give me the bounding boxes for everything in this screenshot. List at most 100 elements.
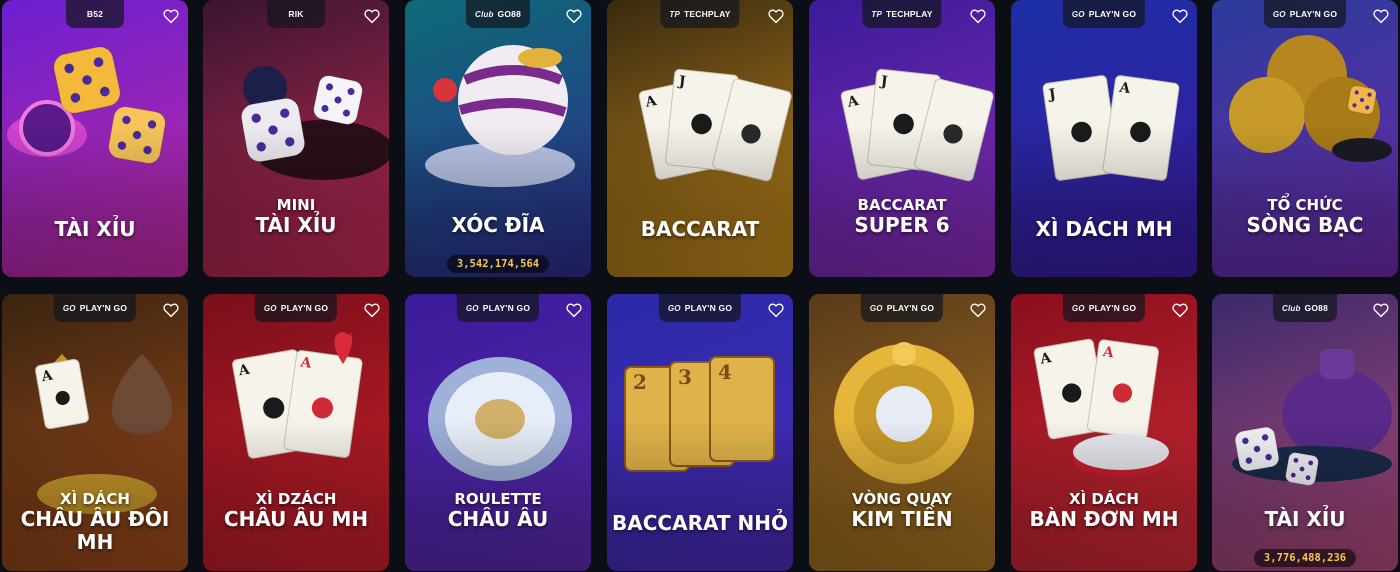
game-title: MINI TÀI XỈU: [203, 196, 389, 238]
favorite-heart-icon[interactable]: [969, 7, 987, 25]
game-card[interactable]: GO PLAY'N GO ROULETTE CHÂU ÂU: [405, 294, 591, 571]
provider-name: PLAY'N GO: [280, 303, 329, 313]
game-title: TỔ CHỨC SÒNG BẠC: [1212, 196, 1398, 238]
game-title: BACCARAT: [607, 218, 793, 241]
game-title: XÌ DÁCH MH: [1011, 218, 1197, 241]
provider-badge: GO PLAY'N GO: [1062, 0, 1146, 28]
game-card[interactable]: A GO PLAY'N GO XÌ DÁCH CHÂU ÂU ĐÔI MH: [2, 294, 188, 571]
favorite-heart-icon[interactable]: [162, 7, 180, 25]
favorite-heart-icon[interactable]: [1372, 7, 1390, 25]
game-title-line: KIM TIỀN: [851, 507, 953, 532]
game-title-line: BACCARAT NHỎ: [612, 511, 788, 535]
game-title-line: XÌ DÁCH: [1069, 490, 1139, 508]
provider-badge: Club GO88: [1272, 294, 1338, 322]
game-title-line: XÌ DÁCH MH: [1035, 217, 1173, 241]
favorite-heart-icon[interactable]: [767, 7, 785, 25]
favorite-heart-icon[interactable]: [363, 7, 381, 25]
favorite-heart-icon[interactable]: [1171, 301, 1189, 319]
provider-badge: GO PLAY'N GO: [1263, 0, 1347, 28]
game-title: TÀI XỈU: [1212, 508, 1398, 531]
provider-badge: RIK: [267, 0, 325, 28]
game-card[interactable]: A A GO PLAY'N GO XÌ DÁCH BÀN ĐƠN MH: [1011, 294, 1197, 571]
favorite-heart-icon[interactable]: [1372, 301, 1390, 319]
game-card[interactable]: Club GO88 XÓC ĐĨA 3,542,174,564: [405, 0, 591, 277]
svg-text:3: 3: [678, 365, 692, 389]
provider-badge: GO PLAY'N GO: [860, 294, 944, 322]
game-card[interactable]: J A GO PLAY'N GO XÌ DÁCH MH: [1011, 0, 1197, 277]
provider-badge: TP TECHPLAY: [862, 0, 942, 28]
favorite-heart-icon[interactable]: [565, 301, 583, 319]
game-title-line: TÀI XỈU: [54, 217, 136, 241]
game-title: XÓC ĐĨA: [405, 214, 591, 237]
jackpot-amount: 3,542,174,564: [446, 255, 550, 273]
favorite-heart-icon[interactable]: [162, 301, 180, 319]
provider-logo-icon: GO: [1071, 303, 1085, 313]
provider-name: GO88: [497, 9, 522, 19]
game-card[interactable]: Club GO88 TÀI XỈU 3,776,488,236: [1212, 294, 1398, 571]
provider-name: PLAY'N GO: [79, 303, 128, 313]
game-title: TÀI XỈU: [2, 218, 188, 241]
favorite-heart-icon[interactable]: [565, 7, 583, 25]
provider-name: TECHPLAY: [683, 9, 731, 19]
game-title-line: BÀN ĐƠN MH: [1029, 507, 1179, 532]
game-title-line: TÀI XỈU: [255, 213, 337, 238]
game-title-line: TỔ CHỨC: [1267, 196, 1343, 214]
provider-name: RIK: [288, 9, 304, 19]
game-title-line: BACCARAT: [640, 217, 760, 241]
game-card[interactable]: A J TP TECHPLAY BACCARAT SUPER 6: [809, 0, 995, 277]
game-title-line: CHÂU ÂU ĐÔI MH: [20, 507, 170, 555]
game-title-line: XÌ DZÁCH: [255, 490, 337, 508]
provider-logo-icon: Club: [1281, 303, 1301, 313]
provider-logo-icon: GO: [667, 303, 681, 313]
card-shade: [1011, 124, 1197, 277]
game-title-line: ROULETTE: [454, 490, 542, 508]
favorite-heart-icon[interactable]: [363, 301, 381, 319]
game-card[interactable]: A J TP TECHPLAY BACCARAT: [607, 0, 793, 277]
provider-logo-icon: GO: [62, 303, 76, 313]
provider-logo-icon: GO: [1272, 9, 1286, 19]
game-title: BACCARAT SUPER 6: [809, 196, 995, 238]
svg-text:2: 2: [633, 370, 647, 394]
provider-badge: Club GO88: [465, 0, 531, 28]
jackpot-amount: 3,776,488,236: [1253, 549, 1357, 567]
favorite-heart-icon[interactable]: [767, 301, 785, 319]
game-title-line: SUPER 6: [854, 213, 950, 238]
provider-badge: GO PLAY'N GO: [1062, 294, 1146, 322]
provider-badge: GO PLAY'N GO: [456, 294, 540, 322]
game-title-line: VÒNG QUAY: [852, 490, 952, 508]
favorite-heart-icon[interactable]: [1171, 7, 1189, 25]
provider-logo-icon: TP: [871, 9, 882, 19]
game-title: XÌ DÁCH CHÂU ÂU ĐÔI MH: [2, 490, 188, 555]
game-card[interactable]: 2 3 4 GO PLAY'N GO BACCARAT NHỎ: [607, 294, 793, 571]
game-card[interactable]: GO PLAY'N GO VÒNG QUAY KIM TIỀN: [809, 294, 995, 571]
favorite-heart-icon[interactable]: [969, 301, 987, 319]
game-title-line: XÌ DÁCH: [60, 490, 130, 508]
game-title: ROULETTE CHÂU ÂU: [405, 490, 591, 531]
card-shade: [607, 124, 793, 277]
card-shade: [607, 418, 793, 571]
provider-name: PLAY'N GO: [1289, 9, 1338, 19]
provider-logo-icon: GO: [465, 303, 479, 313]
provider-logo-icon: Club: [474, 9, 494, 19]
provider-name: PLAY'N GO: [684, 303, 733, 313]
game-card[interactable]: A A GO PLAY'N GO XÌ DZÁCH CHÂU ÂU MH: [203, 294, 389, 571]
provider-badge: GO PLAY'N GO: [658, 294, 742, 322]
provider-name: B52: [86, 9, 104, 19]
provider-badge: B52: [66, 0, 124, 28]
game-card[interactable]: B52 TÀI XỈU: [2, 0, 188, 277]
game-card[interactable]: RIK MINI TÀI XỈU: [203, 0, 389, 277]
game-title-line: SÒNG BẠC: [1246, 213, 1364, 238]
provider-name: PLAY'N GO: [886, 303, 935, 313]
svg-text:4: 4: [718, 360, 732, 384]
game-title: XÌ DÁCH BÀN ĐƠN MH: [1011, 490, 1197, 532]
provider-name: PLAY'N GO: [482, 303, 531, 313]
provider-logo-icon: GO: [1071, 9, 1085, 19]
game-title: BACCARAT NHỎ: [607, 512, 793, 535]
game-title-line: TÀI XỈU: [1264, 507, 1346, 531]
game-card[interactable]: GO PLAY'N GO TỔ CHỨC SÒNG BẠC: [1212, 0, 1398, 277]
provider-logo-icon: GO: [869, 303, 883, 313]
provider-logo-icon: TP: [669, 9, 680, 19]
game-grid: B52 TÀI XỈU RIK MINI TÀI XỈU Club GO88 XÓC ĐĨA 3…: [0, 0, 1400, 572]
game-title-line: MINI: [276, 196, 316, 214]
provider-name: GO88: [1304, 303, 1329, 313]
